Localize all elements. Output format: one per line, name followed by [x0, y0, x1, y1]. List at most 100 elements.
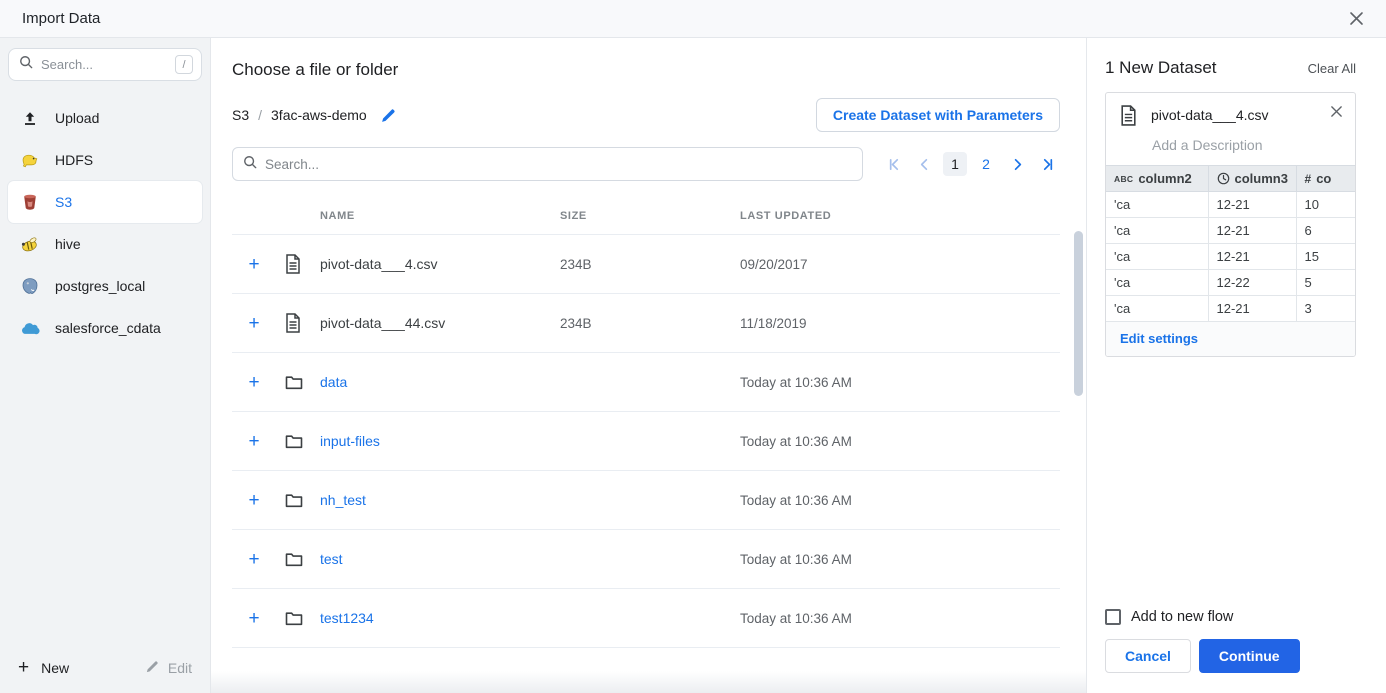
panel-heading: Choose a file or folder — [232, 60, 1060, 80]
search-icon — [19, 55, 33, 74]
sidebar-search[interactable]: / — [8, 48, 202, 81]
dataset-card: pivot-data___4.csv Add a Description ABC… — [1105, 92, 1356, 357]
table-row[interactable]: + data Today at 10:36 AM — [232, 353, 1060, 412]
create-dataset-with-parameters-button[interactable]: Create Dataset with Parameters — [816, 98, 1060, 132]
add-to-new-flow-checkbox-row[interactable]: Add to new flow — [1105, 609, 1356, 625]
preview-cell: 'ca — [1106, 217, 1208, 243]
add-dataset-plus-icon[interactable]: + — [248, 432, 259, 451]
number-type-icon: # — [1305, 172, 1312, 186]
preview-cell: 'ca — [1106, 243, 1208, 269]
sidebar-item-label: HDFS — [55, 152, 93, 168]
table-row[interactable]: + test Today at 10:36 AM — [232, 530, 1060, 589]
preview-cell: 15 — [1296, 243, 1355, 269]
dialog-content: / Upload HDFS S3 hive postgres_localsalesfor… — [0, 38, 1386, 693]
prev-page-icon[interactable] — [912, 152, 936, 176]
breadcrumb-root[interactable]: S3 — [232, 107, 249, 123]
preview-column-label: co — [1316, 171, 1331, 186]
sidebar-item-label: hive — [55, 236, 81, 252]
salesforce-cloud-icon — [20, 321, 40, 336]
preview-column-header: ABCcolumn2 — [1106, 166, 1208, 191]
sidebar-item-hive[interactable]: hive — [8, 223, 202, 265]
folder-link[interactable]: test — [316, 551, 560, 567]
preview-header-row: ABCcolumn2 column3 # co — [1106, 166, 1355, 191]
new-dataset-header: 1 New Dataset Clear All — [1105, 58, 1356, 78]
last-page-icon[interactable] — [1036, 152, 1060, 176]
table-row[interactable]: +pivot-data___4.csv234B09/20/2017 — [232, 235, 1060, 294]
preview-row: 'ca12-225 — [1106, 269, 1355, 295]
continue-button[interactable]: Continue — [1199, 639, 1300, 673]
folder-icon — [276, 375, 316, 390]
last-updated: Today at 10:36 AM — [740, 611, 1060, 626]
last-updated: Today at 10:36 AM — [740, 552, 1060, 567]
add-dataset-plus-icon[interactable]: + — [248, 255, 259, 274]
add-description-field[interactable]: Add a Description — [1106, 131, 1355, 165]
dialog-title: Import Data — [22, 10, 100, 27]
scrollbar-thumb[interactable] — [1074, 231, 1083, 396]
remove-dataset-icon[interactable] — [1330, 105, 1343, 118]
file-table-header: NAME SIZE LAST UPDATED — [232, 197, 1060, 235]
folder-link[interactable]: data — [316, 374, 560, 390]
add-dataset-plus-icon[interactable]: + — [248, 491, 259, 510]
sidebar-search-input[interactable] — [41, 57, 175, 72]
new-connection-label: New — [41, 660, 69, 676]
search-icon — [243, 155, 257, 174]
last-updated: Today at 10:36 AM — [740, 493, 1060, 508]
preview-column-label: column3 — [1235, 171, 1288, 186]
clear-all-link[interactable]: Clear All — [1308, 61, 1356, 76]
file-toolbar: 1 2 — [232, 147, 1060, 181]
file-search-input[interactable] — [265, 157, 852, 172]
postgres-elephant-icon — [20, 277, 40, 295]
table-row[interactable]: + nh_test Today at 10:36 AM — [232, 471, 1060, 530]
add-dataset-plus-icon[interactable]: + — [248, 314, 259, 333]
preview-row: 'ca12-213 — [1106, 295, 1355, 321]
checkbox-unchecked-icon[interactable] — [1105, 609, 1121, 625]
file-name: pivot-data___4.csv — [316, 256, 560, 272]
next-page-icon[interactable] — [1005, 152, 1029, 176]
breadcrumb: S3 / 3fac-aws-demo — [232, 107, 397, 124]
edit-connection-label: Edit — [168, 660, 192, 676]
edit-path-pencil-icon[interactable] — [380, 107, 397, 124]
header-size: SIZE — [560, 210, 740, 222]
folder-icon — [276, 434, 316, 449]
sidebar-item-upload[interactable]: Upload — [8, 97, 202, 139]
table-row[interactable]: +input-filesToday at 10:36 AM — [232, 412, 1060, 471]
dialog-header: Import Data — [0, 0, 1386, 38]
first-page-icon[interactable] — [881, 152, 905, 176]
file-icon — [276, 254, 316, 274]
upload-icon — [20, 109, 40, 127]
header-last-updated: LAST UPDATED — [740, 210, 1060, 222]
add-dataset-plus-icon[interactable]: + — [248, 550, 259, 569]
add-dataset-plus-icon[interactable]: + — [248, 373, 259, 392]
folder-icon — [276, 552, 316, 567]
connection-list: Upload HDFS S3 hive postgres_localsalesforce… — [8, 97, 202, 349]
new-connection-button[interactable]: + New — [18, 658, 69, 677]
page-1-button[interactable]: 1 — [943, 152, 967, 176]
pencil-icon — [145, 659, 160, 677]
table-row[interactable]: + test1234 Today at 10:36 AM — [232, 589, 1060, 648]
page-2-button[interactable]: 2 — [974, 152, 998, 176]
sidebar-item-salesforce_cdata[interactable]: salesforce_cdata — [8, 307, 202, 349]
sidebar-item-s3[interactable]: S3 — [8, 181, 202, 223]
last-updated: Today at 10:36 AM — [740, 375, 1060, 390]
folder-link[interactable]: test1234 — [316, 610, 560, 626]
add-to-new-flow-label: Add to new flow — [1131, 609, 1233, 625]
folder-link[interactable]: input-files — [316, 433, 560, 449]
preview-cell: 5 — [1296, 269, 1355, 295]
pagination: 1 2 — [881, 152, 1060, 176]
preview-column-header: # co — [1296, 166, 1355, 191]
close-icon[interactable] — [1349, 11, 1364, 26]
folder-icon — [276, 611, 316, 626]
folder-link[interactable]: nh_test — [316, 492, 560, 508]
edit-settings-link[interactable]: Edit settings — [1106, 322, 1355, 356]
add-dataset-plus-icon[interactable]: + — [248, 609, 259, 628]
sidebar-item-postgres_local[interactable]: postgres_local — [8, 265, 202, 307]
sidebar-item-hdfs[interactable]: HDFS — [8, 139, 202, 181]
new-dataset-panel: 1 New Dataset Clear All pivot-data___4.c… — [1086, 38, 1386, 693]
preview-column-header: column3 — [1208, 166, 1296, 191]
cancel-button[interactable]: Cancel — [1105, 639, 1191, 673]
preview-cell: 'ca — [1106, 269, 1208, 295]
edit-connection-button[interactable]: Edit — [145, 659, 192, 677]
folder-icon — [276, 493, 316, 508]
file-search[interactable] — [232, 147, 863, 181]
table-row[interactable]: +pivot-data___44.csv234B11/18/2019 — [232, 294, 1060, 353]
